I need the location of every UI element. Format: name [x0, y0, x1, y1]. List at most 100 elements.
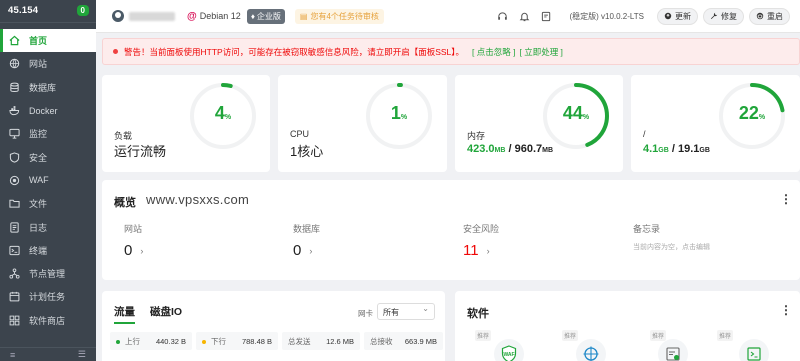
- server-header[interactable]: 45.154 0: [0, 0, 96, 20]
- percent-sign: %: [224, 114, 232, 121]
- os-name: Debian 12: [199, 11, 241, 21]
- software-card: 软件 ⋮ 推荐 WAF 推荐 推荐 推荐: [455, 291, 800, 361]
- overview-item-value: 0 ›: [293, 242, 320, 259]
- monitor-app-icon[interactable]: [658, 339, 688, 361]
- update-icon: [664, 12, 672, 20]
- sidebar-item-database[interactable]: 数据库: [0, 76, 96, 99]
- software-title: 软件: [467, 308, 489, 320]
- restart-button[interactable]: 重启: [749, 7, 790, 25]
- tab-traffic[interactable]: 流量: [114, 304, 135, 324]
- memory-card[interactable]: 44% 内存 423.0MB / 960.7MB: [455, 75, 623, 172]
- terminal-icon: [9, 245, 20, 256]
- power-icon: [756, 12, 764, 20]
- memory-label: 内存: [467, 131, 486, 141]
- cpu-label: CPU: [290, 129, 310, 139]
- load-card[interactable]: 4% 负载 运行流畅: [102, 75, 270, 172]
- shield-icon: [9, 152, 20, 163]
- crown-icon: ♦: [250, 11, 255, 21]
- memory-used: 423.0: [467, 143, 495, 155]
- overview-item-label: 网站: [124, 224, 143, 234]
- slash: /: [505, 143, 515, 155]
- sidebar-item-security[interactable]: 安全: [0, 145, 96, 168]
- total-recv-label: 总接收: [370, 336, 393, 346]
- notification-badge[interactable]: 0: [76, 4, 89, 16]
- watermark-text: www.vpsxxs.com: [146, 192, 250, 207]
- clipboard-icon: ▤: [299, 11, 308, 21]
- ssl-warning-banner: 警告！当前面板使用HTTP访问，可能存在被窃取敏感信息风险，请立即开启【面板SS…: [102, 38, 800, 65]
- website-count: 0: [124, 242, 133, 259]
- collapse-icon[interactable]: ≡: [10, 350, 15, 360]
- sidebar-item-store[interactable]: 软件商店: [0, 309, 96, 332]
- sidebar-item-home[interactable]: 首页: [0, 29, 96, 53]
- edit-note-icon[interactable]: [535, 11, 557, 22]
- sidebar-item-nodes[interactable]: 节点管理: [0, 262, 96, 285]
- memo-placeholder[interactable]: 当前内容为空，点击编辑: [633, 242, 710, 252]
- cpu-value: 1核心: [290, 144, 324, 159]
- sidebar-item-label: 计划任务: [29, 292, 66, 303]
- sidebar: 45.154 0 首页 网站 数据库 Docker 监控 安全 WAF 文件 日…: [0, 0, 96, 361]
- sidebar-item-terminal[interactable]: 终端: [0, 239, 96, 262]
- recommend-tag: 推荐: [717, 330, 734, 341]
- sidebar-item-label: 首页: [29, 36, 48, 47]
- total-sent-label: 总发送: [288, 336, 311, 346]
- menu-icon[interactable]: ☰: [78, 349, 86, 360]
- os-info: @ Debian 12: [187, 11, 241, 22]
- terminal-app-icon[interactable]: [739, 339, 769, 361]
- node-icon: [9, 268, 20, 279]
- server-ip: 45.154: [8, 4, 39, 16]
- more-options-icon[interactable]: ⋮: [780, 192, 792, 206]
- task-notice[interactable]: ▤ 您有4个任务待审核: [294, 8, 384, 24]
- overview-card: 概览 www.vpsxxs.com ⋮ 网站 0 › 数据库 0 › 安全风险 11…: [102, 180, 800, 280]
- fix-now-link[interactable]: [ 立即处理 ]: [519, 46, 562, 58]
- overview-item-memo[interactable]: 备忘录 当前内容为空，点击编辑: [633, 222, 710, 252]
- disk-card[interactable]: 22% / 4.1GB / 19.1GB: [631, 75, 800, 172]
- overview-item-security-risk[interactable]: 安全风险 11 ›: [463, 222, 499, 259]
- ignore-link[interactable]: [ 点击忽略 ]: [472, 46, 515, 58]
- download-value: 788.48 B: [241, 336, 272, 346]
- customer-service-icon[interactable]: [491, 11, 513, 22]
- sidebar-item-waf[interactable]: WAF: [0, 169, 96, 192]
- bell-icon[interactable]: [513, 11, 535, 22]
- overview-title: 概览: [114, 197, 136, 209]
- nic-select[interactable]: 所有: [377, 303, 435, 320]
- chevron-right-icon: ›: [486, 245, 490, 256]
- waf-app-icon[interactable]: WAF: [494, 339, 524, 361]
- memory-used-unit: MB: [494, 147, 506, 154]
- avatar[interactable]: [112, 10, 124, 22]
- memory-percent: 44%: [541, 103, 611, 124]
- sidebar-item-logs[interactable]: 日志: [0, 215, 96, 238]
- sidebar-footer: ≡ ☰: [0, 347, 96, 361]
- top-bar: @ Debian 12 ♦ 企业版 ▤ 您有4个任务待审核 (稳定版) v10.…: [96, 0, 800, 33]
- upload-value: 440.32 B: [155, 336, 186, 346]
- traffic-stats: 上行 440.32 B 下行 788.48 B 总发送 12.6 MB 总接收 …: [110, 332, 443, 350]
- download-label-wrap: 下行: [202, 336, 226, 347]
- cpu-percent-value: 1: [390, 103, 401, 123]
- recommend-tag: 推荐: [562, 330, 579, 341]
- sidebar-item-label: 文件: [29, 199, 48, 210]
- sidebar-item-label: 数据库: [29, 82, 57, 93]
- more-options-icon[interactable]: ⋮: [780, 303, 792, 317]
- overview-item-database[interactable]: 数据库 0 ›: [293, 222, 320, 259]
- sidebar-item-files[interactable]: 文件: [0, 192, 96, 215]
- load-percent-value: 4: [214, 103, 225, 123]
- overview-item-value: 0 ›: [124, 242, 143, 259]
- version-label: (稳定版) v10.0.2-LTS: [569, 11, 644, 21]
- overview-item-website[interactable]: 网站 0 ›: [124, 222, 143, 259]
- chevron-right-icon: ›: [140, 245, 144, 256]
- sidebar-item-cron[interactable]: 计划任务: [0, 285, 96, 308]
- sidebar-item-docker[interactable]: Docker: [0, 99, 96, 122]
- crosshair-app-icon[interactable]: [576, 339, 606, 361]
- sidebar-item-label: 网站: [29, 59, 48, 70]
- nic-label: 网卡: [358, 309, 373, 318]
- percent-sign: %: [582, 114, 590, 121]
- disk-used-unit: GB: [658, 147, 669, 154]
- edition-badge[interactable]: ♦ 企业版: [246, 8, 285, 24]
- load-percent: 4%: [188, 103, 258, 124]
- sidebar-item-label: 终端: [29, 245, 48, 256]
- update-button[interactable]: 更新: [657, 7, 698, 25]
- sidebar-item-website[interactable]: 网站: [0, 52, 96, 75]
- cpu-card[interactable]: 1% CPU 1核心: [278, 75, 447, 172]
- repair-button[interactable]: 修复: [703, 7, 744, 25]
- tab-disk-io[interactable]: 磁盘IO: [150, 304, 182, 319]
- sidebar-item-monitor[interactable]: 监控: [0, 122, 96, 145]
